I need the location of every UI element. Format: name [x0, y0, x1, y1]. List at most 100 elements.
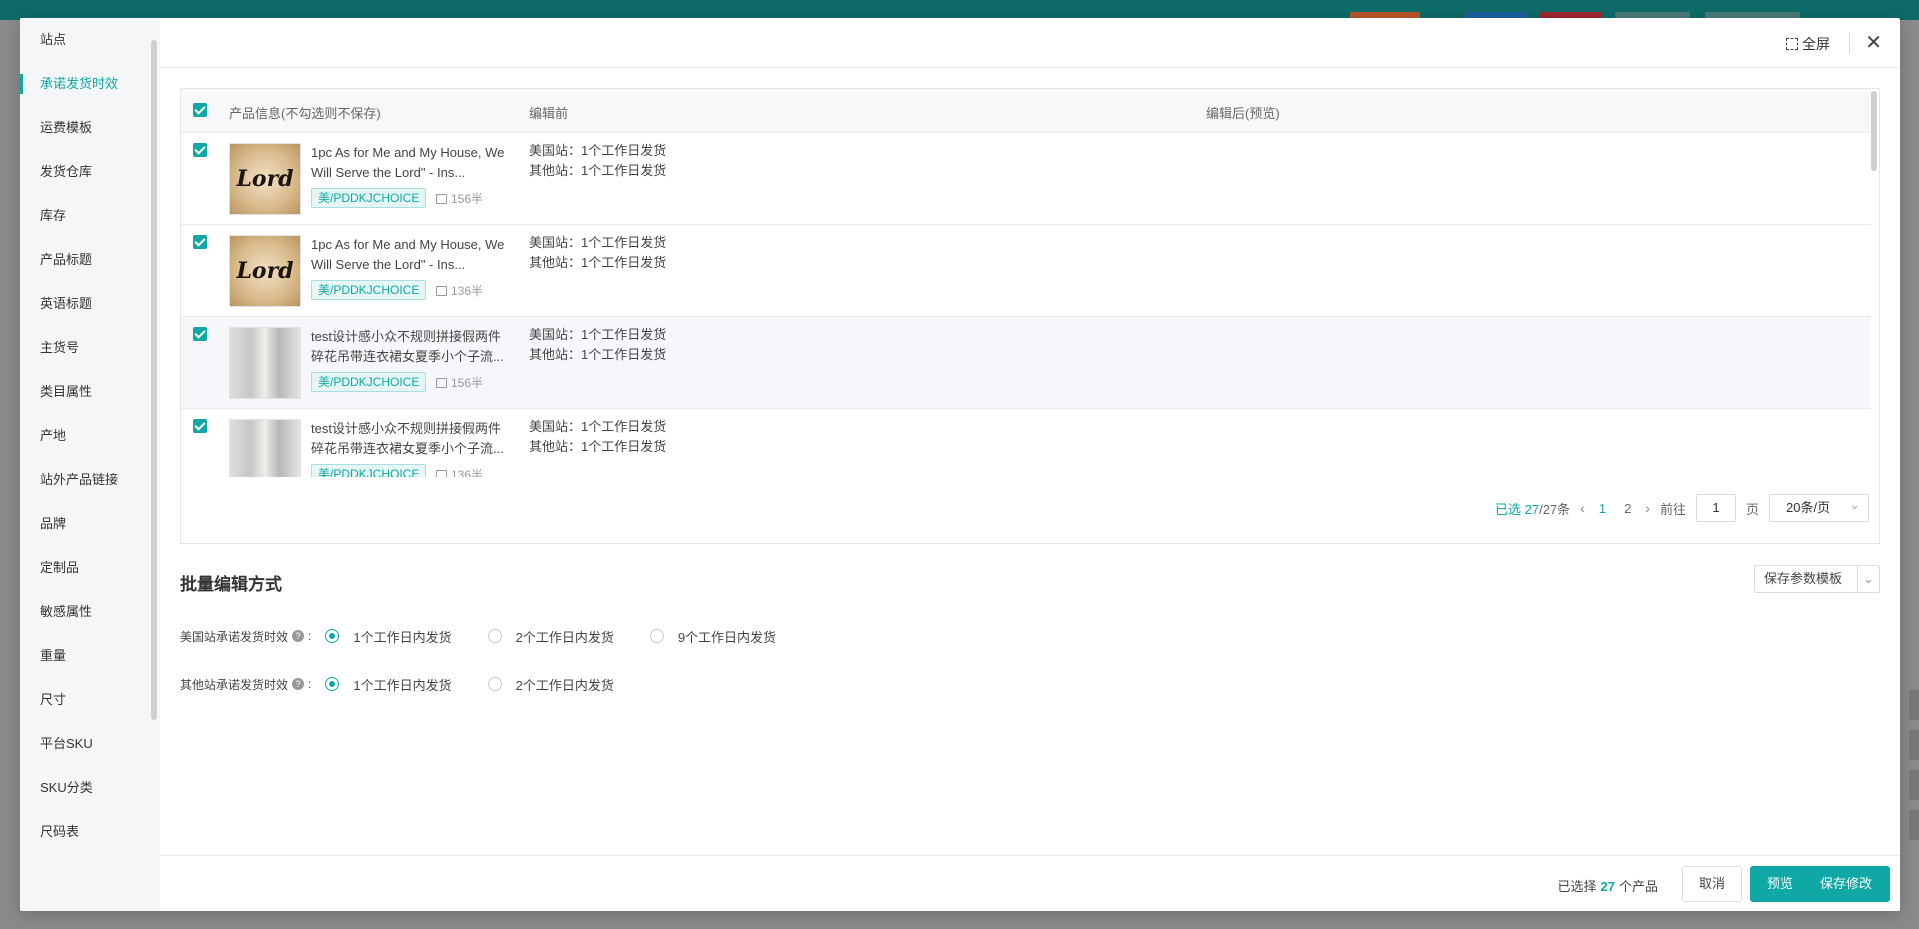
sidenav-item[interactable]: 类目属性: [20, 370, 160, 414]
selection-count: 已选 27/27条: [1495, 501, 1571, 517]
sidenav-item[interactable]: 平台SKU: [20, 722, 160, 766]
page-size-select[interactable]: 20条/页: [1769, 492, 1869, 522]
sidenav-scrollbar[interactable]: [151, 40, 157, 720]
next-page-icon[interactable]: ›: [1645, 500, 1650, 516]
sidenav-item[interactable]: 尺码表: [20, 810, 160, 854]
sidenav-item[interactable]: 发货仓库: [20, 150, 160, 194]
table-row[interactable]: test设计感小众不规则拼接假两件碎花吊带连衣裙女夏季小个子流... 美/PDDK…: [181, 317, 1871, 409]
stock-info: 156半: [436, 374, 483, 391]
sidenav-item[interactable]: 重量: [20, 634, 160, 678]
column-header-product: 产品信息(不勾选则不保存): [229, 106, 381, 121]
table-body: Lord 1pc As for Me and My House, We Will …: [181, 133, 1871, 477]
batch-edit-title: 批量编辑方式: [180, 575, 282, 594]
select-all-checkbox[interactable]: [193, 103, 207, 117]
row-checkbox[interactable]: [193, 419, 207, 433]
sidenav-item[interactable]: SKU分类: [20, 766, 160, 810]
sidenav-item[interactable]: 定制品: [20, 546, 160, 590]
page-2[interactable]: 2: [1620, 501, 1635, 516]
us-ship-time-option[interactable]: 1个工作日内发货: [325, 627, 452, 646]
batch-edit-modal: 站点 承诺发货时效 运费模板 发货仓库 库存 产品标题 英语标题 主货号 类目属性 产地 站外产品链…: [20, 18, 1900, 911]
box-icon: [436, 285, 447, 296]
row-checkbox[interactable]: [193, 327, 207, 341]
us-ship-time-option[interactable]: 2个工作日内发货: [487, 627, 614, 646]
product-table: 产品信息(不勾选则不保存) 编辑前 编辑后(预览) Lord 1pc As for…: [180, 88, 1880, 544]
page-1[interactable]: 1: [1595, 501, 1610, 516]
before-values: 美国站：1个工作日发货 其他站：1个工作日发货: [529, 419, 667, 454]
sidenav-item[interactable]: 敏感属性: [20, 590, 160, 634]
box-icon: [436, 193, 447, 204]
stock-info: 136半: [436, 466, 483, 477]
shop-tag: 美/PDDKJCHOICE: [311, 464, 427, 477]
chevron-down-icon[interactable]: ⌄: [1857, 566, 1879, 592]
product-thumbnail[interactable]: [229, 327, 301, 399]
radio-button[interactable]: [325, 629, 340, 643]
save-template-label: 保存参数模板: [1764, 571, 1843, 586]
table-header: 产品信息(不勾选则不保存) 编辑前 编辑后(预览): [181, 89, 1871, 133]
pagination: 已选 27/27条 ‹ 1 2 › 前往 1 页 20条/页: [1495, 492, 1869, 522]
row-checkbox[interactable]: [193, 235, 207, 249]
product-title[interactable]: test设计感小众不规则拼接假两件碎花吊带连衣裙女夏季小个子流...: [311, 327, 511, 367]
sidenav-item[interactable]: 库存: [20, 194, 160, 238]
prev-page-icon[interactable]: ‹: [1580, 500, 1585, 516]
column-header-after: 编辑后(预览): [1206, 106, 1280, 121]
table-row[interactable]: Lord 1pc As for Me and My House, We Will …: [181, 133, 1871, 225]
stock-info: 136半: [436, 282, 483, 299]
product-thumbnail[interactable]: Lord: [229, 143, 301, 215]
radio-button[interactable]: [487, 629, 502, 643]
sidenav-item[interactable]: 产品标题: [20, 238, 160, 282]
box-icon: [436, 377, 447, 388]
close-icon[interactable]: ✕: [1865, 30, 1882, 55]
us-ship-time-label: 美国站承诺发货时效 ?:: [180, 629, 312, 644]
sidenav-item[interactable]: 尺寸: [20, 678, 160, 722]
other-ship-time-option[interactable]: 1个工作日内发货: [325, 675, 452, 694]
shop-tag: 美/PDDKJCHOICE: [311, 188, 427, 208]
goto-page-input[interactable]: 1: [1695, 494, 1736, 522]
modal-content: 全屏 ✕ 产品信息(不勾选则不保存) 编辑前 编辑后(预览) Lord 1pc A…: [160, 18, 1900, 911]
preview-button[interactable]: 预览: [1750, 866, 1810, 902]
radio-button[interactable]: [649, 629, 664, 643]
table-scrollbar[interactable]: [1871, 91, 1877, 171]
background-side-tab: [1909, 730, 1919, 760]
table-row[interactable]: Lord 1pc As for Me and My House, We Will …: [181, 225, 1871, 317]
product-thumbnail[interactable]: Lord: [229, 235, 301, 307]
help-icon[interactable]: ?: [292, 678, 305, 690]
sidenav-item[interactable]: 主货号: [20, 326, 160, 370]
us-ship-time-option[interactable]: 9个工作日内发货: [649, 627, 776, 646]
column-header-before: 编辑前: [529, 106, 569, 121]
save-template-button[interactable]: 保存参数模板 ⌄: [1754, 565, 1880, 593]
sidenav-item[interactable]: 站点: [20, 18, 160, 62]
row-checkbox[interactable]: [193, 143, 207, 157]
product-title[interactable]: 1pc As for Me and My House, We Will Serv…: [311, 235, 511, 275]
goto-label: 前往: [1659, 501, 1686, 517]
table-row[interactable]: test设计感小众不规则拼接假两件碎花吊带连衣裙女夏季小个子流... 美/PDDK…: [181, 409, 1871, 477]
sidenav-item[interactable]: 站外产品链接: [20, 458, 160, 502]
other-ship-time-option[interactable]: 2个工作日内发货: [487, 675, 614, 694]
before-values: 美国站：1个工作日发货 其他站：1个工作日发货: [529, 143, 667, 178]
background-side-tab: [1909, 810, 1919, 840]
shop-tag: 美/PDDKJCHOICE: [311, 280, 427, 300]
product-title[interactable]: test设计感小众不规则拼接假两件碎花吊带连衣裙女夏季小个子流...: [311, 419, 511, 459]
sidenav-item[interactable]: 产地: [20, 414, 160, 458]
cancel-button[interactable]: 取消: [1682, 866, 1742, 902]
us-ship-time-field: 美国站承诺发货时效 ?: 1个工作日内发货 2个工作日内发货 9个工作日内发货: [180, 626, 798, 646]
before-values: 美国站：1个工作日发货 其他站：1个工作日发货: [529, 235, 667, 270]
radio-button[interactable]: [325, 677, 340, 691]
product-title[interactable]: 1pc As for Me and My House, We Will Serv…: [311, 143, 511, 183]
radio-button[interactable]: [487, 677, 502, 691]
before-values: 美国站：1个工作日发货 其他站：1个工作日发货: [529, 327, 667, 362]
selected-products-info: 已选择 27 个产品: [1557, 879, 1659, 894]
save-changes-button[interactable]: 保存修改: [1802, 866, 1890, 902]
sidenav-item[interactable]: 品牌: [20, 502, 160, 546]
shop-tag: 美/PDDKJCHOICE: [311, 372, 427, 392]
product-thumbnail[interactable]: [229, 419, 301, 477]
sidenav-item[interactable]: 英语标题: [20, 282, 160, 326]
sidenav-item[interactable]: 承诺发货时效: [20, 62, 160, 106]
background-side-tab: [1909, 690, 1919, 720]
field-sidenav: 站点 承诺发货时效 运费模板 发货仓库 库存 产品标题 英语标题 主货号 类目属性 产地 站外产品链…: [20, 18, 160, 911]
fullscreen-button[interactable]: 全屏: [1786, 34, 1830, 54]
header-divider: [1849, 32, 1850, 54]
stock-info: 156半: [436, 190, 483, 207]
sidenav-item[interactable]: 运费模板: [20, 106, 160, 150]
other-ship-time-label: 其他站承诺发货时效 ?:: [180, 677, 312, 692]
help-icon[interactable]: ?: [292, 630, 305, 642]
